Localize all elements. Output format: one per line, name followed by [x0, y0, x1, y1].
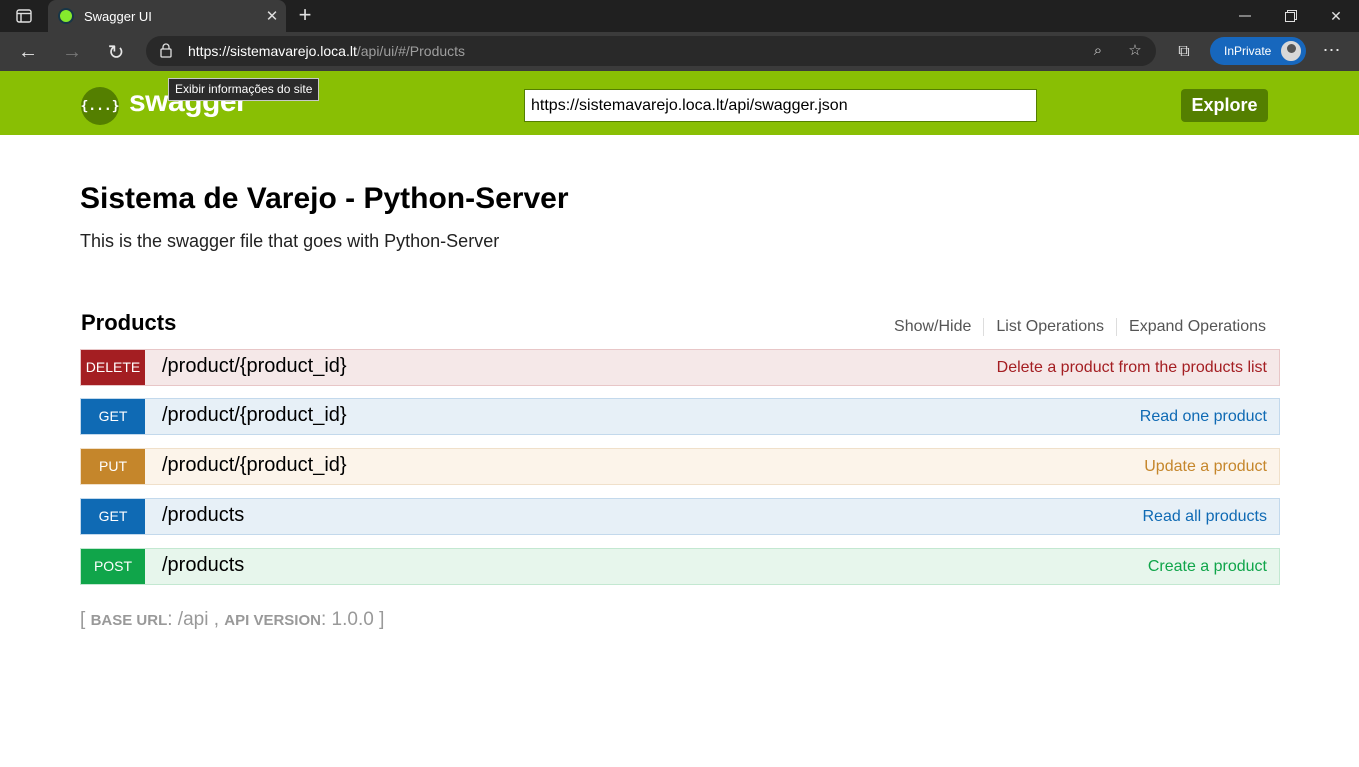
collections-icon[interactable]: ⧉: [1168, 36, 1200, 68]
tab-title: Swagger UI: [84, 8, 152, 24]
method-badge[interactable]: GET: [81, 499, 145, 534]
browser-tab-bar: Swagger UI ✕ + ✕: [0, 0, 1359, 32]
forward-arrow-icon[interactable]: →: [56, 36, 88, 68]
address-bar[interactable]: https://sistemavarejo.loca.lt/api/ui/#/P…: [146, 36, 1156, 66]
api-description: This is the swagger file that goes with …: [80, 231, 500, 251]
more-menu-icon[interactable]: ⋯: [1318, 36, 1346, 66]
operation-summary[interactable]: Read all products: [1142, 508, 1267, 526]
operation-path[interactable]: /product/{product_id}: [162, 454, 347, 477]
spec-url-input[interactable]: [524, 89, 1037, 122]
url-path: /api/ui/#/Products: [356, 43, 466, 59]
operation-summary[interactable]: Read one product: [1140, 408, 1267, 426]
url-text[interactable]: https://sistemavarejo.loca.lt/api/ui/#/P…: [188, 43, 465, 59]
api-title: Sistema de Varejo - Python-Server: [80, 182, 569, 215]
browser-nav-bar: ← → ↻ https://sistemavarejo.loca.lt/api/…: [0, 32, 1359, 71]
method-badge[interactable]: GET: [81, 399, 145, 434]
url-host: https://sistemavarejo.loca.lt: [188, 43, 357, 59]
restore-icon[interactable]: [1268, 0, 1314, 32]
operation-path[interactable]: /products: [162, 554, 244, 577]
inprivate-button[interactable]: InPrivate: [1210, 37, 1306, 65]
new-tab-icon[interactable]: +: [292, 3, 318, 29]
method-badge[interactable]: PUT: [81, 449, 145, 484]
expand-operations-link[interactable]: Expand Operations: [1117, 318, 1266, 336]
operation-summary[interactable]: Update a product: [1144, 458, 1267, 476]
base-url-label: base url: [90, 612, 168, 629]
inprivate-label: InPrivate: [1224, 44, 1272, 58]
tab-actions-icon[interactable]: [10, 6, 38, 26]
profile-avatar: [1279, 39, 1303, 63]
site-info-tooltip: Exibir informações do site: [168, 78, 320, 101]
close-window-icon[interactable]: ✕: [1313, 0, 1359, 32]
operation-summary[interactable]: Delete a product from the products list: [997, 359, 1267, 377]
browser-tab-active[interactable]: Swagger UI ✕: [48, 0, 286, 32]
zoom-icon[interactable]: ⌕: [1087, 41, 1109, 63]
add-favorite-icon[interactable]: ☆: [1124, 41, 1146, 63]
operation-post-products[interactable]: POST /products Create a product: [80, 548, 1280, 585]
api-footer-info: [ base url: /api , api version: 1.0.0 ]: [80, 609, 385, 630]
operation-path[interactable]: /product/{product_id}: [162, 355, 347, 378]
swagger-logo-icon[interactable]: {...}: [80, 87, 120, 125]
operation-put-product[interactable]: PUT /product/{product_id} Update a produ…: [80, 448, 1280, 485]
method-badge[interactable]: DELETE: [81, 350, 145, 385]
operation-delete-product[interactable]: DELETE /product/{product_id} Delete a pr…: [80, 349, 1280, 386]
minimize-icon[interactable]: [1222, 0, 1268, 32]
lock-icon[interactable]: [160, 43, 172, 58]
swagger-favicon-icon: [58, 8, 74, 24]
tab-close-icon[interactable]: ✕: [258, 7, 286, 25]
operation-path[interactable]: /product/{product_id}: [162, 404, 347, 427]
operation-path[interactable]: /products: [162, 504, 244, 527]
back-arrow-icon[interactable]: ←: [12, 36, 44, 68]
operation-get-products[interactable]: GET /products Read all products: [80, 498, 1280, 535]
show-hide-link[interactable]: Show/Hide: [882, 318, 985, 336]
method-badge[interactable]: POST: [81, 549, 145, 584]
operation-get-product[interactable]: GET /product/{product_id} Read one produ…: [80, 398, 1280, 435]
refresh-icon[interactable]: ↻: [100, 36, 132, 68]
resource-heading-products[interactable]: Products: [81, 310, 176, 336]
explore-button[interactable]: Explore: [1181, 89, 1268, 122]
resource-actions: Show/Hide List Operations Expand Operati…: [882, 318, 1266, 336]
operation-summary[interactable]: Create a product: [1148, 558, 1267, 576]
base-url-value: /api: [177, 609, 209, 630]
api-version-value: 1.0.0: [331, 609, 374, 630]
api-version-label: api version: [224, 612, 321, 629]
list-operations-link[interactable]: List Operations: [984, 318, 1118, 336]
